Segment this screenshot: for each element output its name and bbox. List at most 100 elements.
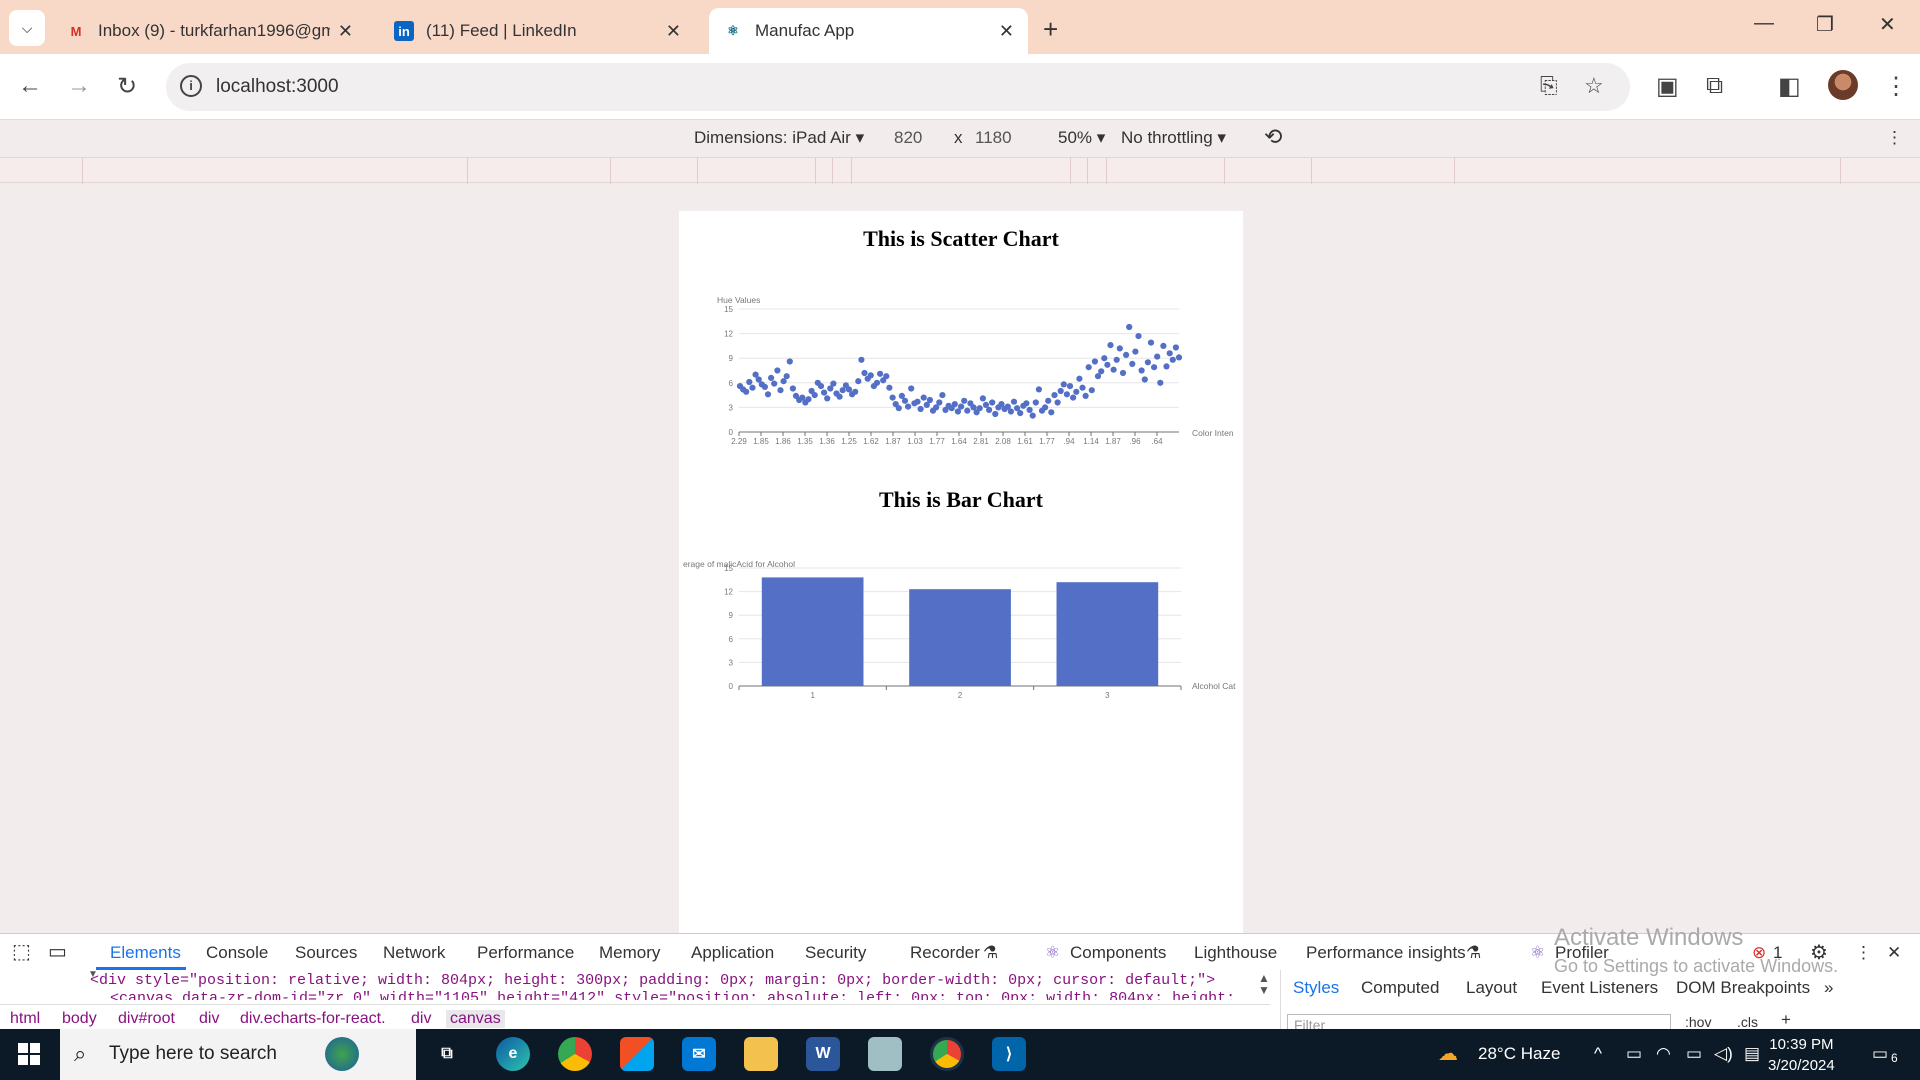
address-bar[interactable]: i localhost:3000 ⎘ ☆ [166, 63, 1630, 111]
scatter-point [749, 384, 756, 391]
tab-network[interactable]: Network [383, 943, 445, 963]
side-panel-icon[interactable]: ◧ [1778, 72, 1801, 101]
breadcrumb-div[interactable]: div [199, 1010, 219, 1028]
tab-event-listeners[interactable]: Event Listeners [1541, 978, 1658, 998]
taskbar-search-input[interactable]: ⌕ Type here to search [60, 1029, 416, 1080]
bar-chart[interactable]: 15129630erage of malicAcid for AlcoholAl… [679, 541, 1243, 711]
tab-lighthouse[interactable]: Lighthouse [1194, 943, 1277, 963]
scatter-point [989, 399, 996, 406]
scatter-point [1166, 350, 1173, 357]
tab-performance-insights[interactable]: Performance insights [1306, 943, 1466, 963]
bar [1056, 582, 1159, 686]
device-toggle-icon[interactable]: ▭ [48, 939, 67, 964]
breadcrumb-root[interactable]: div#root [118, 1010, 175, 1028]
store-icon[interactable] [620, 1037, 654, 1071]
tab-recorder[interactable]: Recorder [910, 943, 980, 963]
new-tab-icon[interactable]: + [1043, 14, 1058, 45]
tab-linkedin[interactable]: in (11) Feed | LinkedIn ✕ [380, 8, 695, 54]
tab-manufac-app[interactable]: ⚛ Manufac App ✕ [709, 8, 1028, 54]
zoom-select[interactable]: 50% ▾ [1058, 128, 1105, 148]
wifi-icon[interactable]: ◠ [1656, 1044, 1671, 1064]
tab-gmail[interactable]: M Inbox (9) - turkfarhan1996@gm ✕ [52, 8, 367, 54]
scatter-point [1160, 342, 1167, 349]
bookmark-star-icon[interactable]: ☆ [1584, 73, 1604, 99]
throttling-select[interactable]: No throttling ▾ [1121, 128, 1226, 148]
file-explorer-icon[interactable] [744, 1037, 778, 1071]
dimensions-select[interactable]: Dimensions: iPad Air ▾ [694, 128, 864, 148]
battery-icon[interactable]: ▭ [1686, 1044, 1702, 1064]
breadcrumb-canvas[interactable]: canvas [446, 1010, 505, 1028]
avatar[interactable] [1828, 70, 1858, 100]
cls-toggle[interactable]: .cls [1737, 1014, 1758, 1030]
earth-widget-icon[interactable] [325, 1037, 359, 1071]
word-icon[interactable]: W [806, 1037, 840, 1071]
close-tab-icon[interactable]: ✕ [666, 21, 681, 42]
notifications-icon[interactable]: ▭ [1872, 1044, 1888, 1064]
weather-text[interactable]: 28°C Haze [1478, 1044, 1560, 1064]
picture-in-picture-icon[interactable]: ▣ [1656, 72, 1679, 101]
windows-start-icon[interactable] [18, 1043, 40, 1065]
tab-application[interactable]: Application [691, 943, 774, 963]
tab-memory[interactable]: Memory [599, 943, 660, 963]
breadcrumb-div[interactable]: div [411, 1010, 431, 1028]
tab-computed[interactable]: Computed [1361, 978, 1439, 998]
chrome-icon[interactable] [558, 1037, 592, 1071]
chrome-profile-icon[interactable] [930, 1037, 964, 1071]
tab-sources[interactable]: Sources [295, 943, 357, 963]
scatter-point [1098, 368, 1105, 375]
volume-icon[interactable]: ◁) [1714, 1044, 1733, 1064]
show-hidden-icons-icon[interactable]: ^ [1594, 1044, 1602, 1064]
tab-performance[interactable]: Performance [477, 943, 574, 963]
reload-icon[interactable]: ↻ [117, 72, 137, 101]
url-text[interactable]: localhost:3000 [216, 76, 339, 98]
breadcrumb-echarts[interactable]: div.echarts-for-react. [240, 1010, 386, 1028]
weather-icon[interactable]: ☁ [1438, 1041, 1458, 1066]
add-rule-icon[interactable]: + [1781, 1010, 1791, 1030]
close-window-icon[interactable]: ✕ [1879, 12, 1896, 37]
tab-elements[interactable]: Elements [110, 943, 181, 963]
close-devtools-icon[interactable]: ✕ [1887, 943, 1901, 963]
scatter-point [1138, 367, 1145, 374]
task-view-icon[interactable]: ⧉ [430, 1037, 464, 1071]
tab-console[interactable]: Console [206, 943, 268, 963]
more-tabs-icon[interactable]: » [1824, 978, 1833, 998]
scroll-arrows-icon[interactable]: ▲ ▼ [1258, 972, 1270, 996]
width-input[interactable]: 820 [894, 128, 922, 148]
dom-node-line[interactable]: <div style="position: relative; width: 8… [90, 972, 1250, 989]
tab-search-button[interactable]: ⌵ [9, 10, 45, 46]
scatter-point [1107, 342, 1114, 349]
dom-node-line[interactable]: <canvas data-zr-dom-id="zr_0" width="110… [110, 990, 1250, 1000]
devtools-more-icon[interactable]: ⋮ [1855, 943, 1872, 963]
rotate-icon[interactable]: ⟲ [1264, 124, 1282, 150]
clipboard-icon[interactable]: ▤ [1744, 1044, 1760, 1064]
close-tab-icon[interactable]: ✕ [338, 21, 353, 42]
vscode-icon[interactable]: ⟩ [992, 1037, 1026, 1071]
tab-dom-breakpoints[interactable]: DOM Breakpoints [1676, 978, 1810, 998]
mail-icon[interactable]: ✉ [682, 1037, 716, 1071]
extensions-icon[interactable]: ⧉ [1706, 72, 1723, 100]
device-more-icon[interactable]: ⋮ [1886, 128, 1903, 148]
tab-layout[interactable]: Layout [1466, 978, 1517, 998]
tab-components[interactable]: Components [1070, 943, 1166, 963]
tab-styles[interactable]: Styles [1293, 978, 1339, 998]
meet-now-icon[interactable]: ▭ [1626, 1044, 1642, 1064]
close-tab-icon[interactable]: ✕ [999, 21, 1014, 42]
back-icon[interactable]: ← [18, 72, 42, 100]
site-info-icon[interactable]: i [180, 75, 202, 97]
scatter-chart[interactable]: 15 12 9 6 3 0 Hue Values Color Inten 2.29 1.85 1.8… [679, 279, 1243, 459]
taskbar-clock[interactable]: 10:39 PM 3/20/2024 [1768, 1034, 1835, 1076]
breadcrumb-html[interactable]: html [10, 1010, 40, 1028]
edge-icon[interactable]: e [496, 1037, 530, 1071]
height-input[interactable]: 1180 [975, 128, 1012, 148]
more-menu-icon[interactable]: ⋮ [1884, 72, 1908, 101]
notepad-icon[interactable] [868, 1037, 902, 1071]
x-tick-label: 2.08 [995, 437, 1011, 446]
tab-security[interactable]: Security [805, 943, 866, 963]
breadcrumb-body[interactable]: body [62, 1010, 97, 1028]
forward-icon[interactable]: → [67, 72, 91, 100]
install-app-icon[interactable]: ⎘ [1540, 73, 1558, 99]
minimize-icon[interactable]: — [1754, 12, 1774, 35]
hov-toggle[interactable]: :hov [1685, 1014, 1711, 1030]
inspect-element-icon[interactable]: ⬚ [12, 939, 31, 964]
restore-icon[interactable]: ❐ [1816, 12, 1834, 37]
